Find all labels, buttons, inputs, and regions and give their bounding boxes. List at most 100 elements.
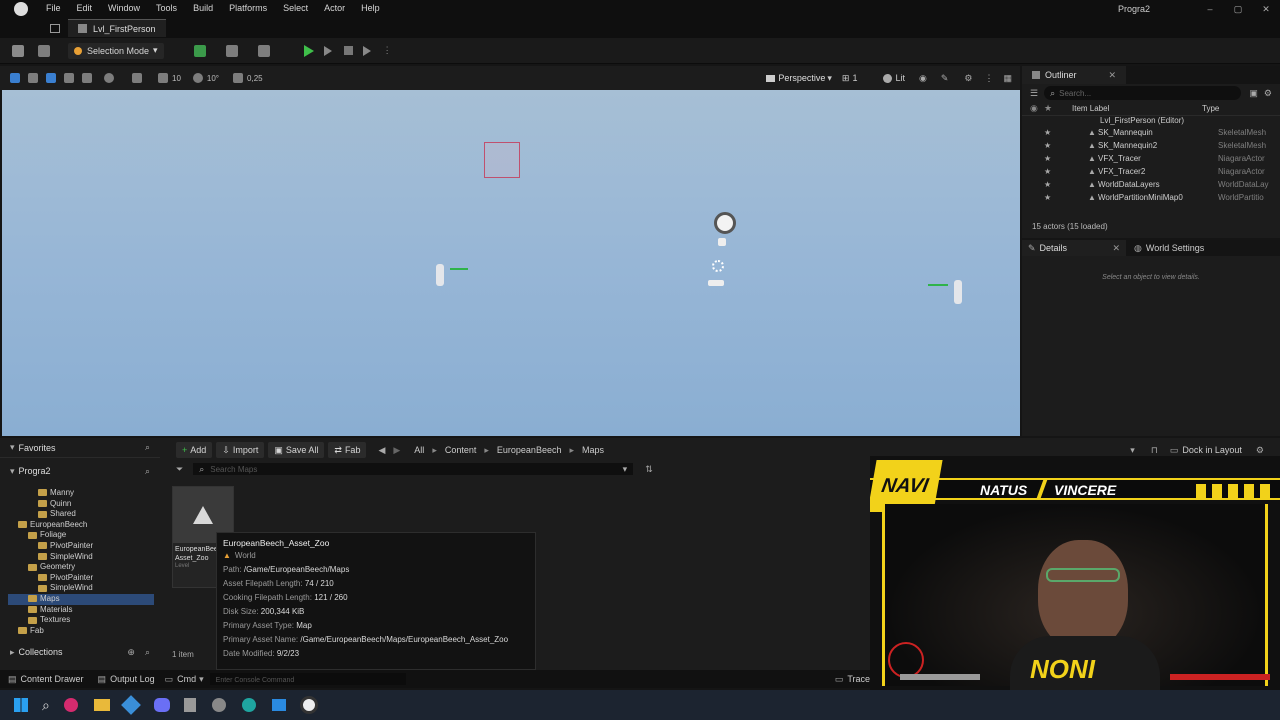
pin-star-icon[interactable]: ★ bbox=[1044, 152, 1088, 165]
world-settings-tab[interactable]: ◍ World Settings bbox=[1126, 240, 1212, 256]
lit-dropdown[interactable]: Lit bbox=[883, 73, 905, 83]
add-button[interactable]: + Add bbox=[176, 442, 213, 458]
search-icon[interactable]: ⌕ bbox=[42, 697, 50, 714]
pin-star-icon[interactable]: ★ bbox=[1044, 139, 1088, 152]
rotate-tool-icon[interactable] bbox=[64, 73, 74, 83]
folder-tree-item[interactable]: PivotPainter bbox=[8, 573, 154, 584]
app-icon-1[interactable] bbox=[63, 698, 78, 712]
folder-tree-item[interactable]: Fab bbox=[8, 626, 154, 637]
menu-edit[interactable]: Edit bbox=[69, 0, 101, 18]
settings-gear-icon[interactable]: ⚙ bbox=[964, 73, 972, 84]
menu-select[interactable]: Select bbox=[275, 0, 316, 18]
add-actor-icon[interactable] bbox=[193, 44, 206, 57]
col-type[interactable]: Type bbox=[1202, 104, 1219, 113]
add-folder-icon[interactable]: ▣ bbox=[1249, 88, 1258, 99]
filter-icon[interactable]: ☰ bbox=[1030, 88, 1038, 99]
console-input[interactable]: Enter Console Command bbox=[209, 673, 406, 685]
app-icon-3[interactable] bbox=[183, 698, 196, 712]
project-root-label[interactable]: Progra2 bbox=[19, 466, 51, 476]
pin-star-icon[interactable]: ★ bbox=[1044, 178, 1088, 191]
close-icon[interactable]: ✕ bbox=[1112, 243, 1120, 254]
rotation-snap-value[interactable]: 10° bbox=[207, 74, 219, 83]
pin-star-icon[interactable]: ★ bbox=[1044, 191, 1088, 204]
pin-star-icon[interactable]: ★ bbox=[1044, 165, 1088, 178]
chevron-down-icon[interactable]: ▾ bbox=[10, 466, 15, 477]
folder-tree-item[interactable]: Textures bbox=[8, 615, 154, 626]
perspective-dropdown[interactable]: Perspective ▾ bbox=[766, 73, 832, 84]
folder-tree-item[interactable]: Maps bbox=[8, 593, 154, 605]
outliner-row[interactable]: ★ ▲ SK_Mannequin SkeletalMesh bbox=[1022, 126, 1280, 139]
browser-icon[interactable] bbox=[211, 698, 226, 712]
camera-speed-value[interactable]: 1 bbox=[852, 73, 857, 83]
folder-tree-item[interactable]: SimpleWind bbox=[8, 583, 154, 594]
home-icon[interactable] bbox=[50, 23, 60, 33]
play-button[interactable] bbox=[303, 44, 314, 57]
content-drawer-button[interactable]: ▤ Content Drawer bbox=[8, 674, 84, 685]
minimize-button[interactable]: – bbox=[1196, 4, 1224, 14]
tracer-left[interactable] bbox=[450, 268, 468, 270]
eye-icon[interactable]: ◉ bbox=[919, 73, 927, 84]
scale-snap-value[interactable]: 0,25 bbox=[247, 74, 263, 83]
folder-tree-item[interactable]: Shared bbox=[8, 509, 154, 520]
folder-tree-item[interactable]: Materials bbox=[8, 605, 154, 616]
cinematics-icon[interactable] bbox=[257, 44, 270, 57]
scale-snap-icon[interactable] bbox=[233, 73, 244, 83]
more-options-icon[interactable]: ⋮ bbox=[984, 73, 993, 84]
folder-tree-item[interactable]: Foliage bbox=[8, 530, 154, 541]
close-window-button[interactable]: ✕ bbox=[1252, 4, 1280, 15]
world-settings-gear-icon[interactable] bbox=[712, 260, 724, 272]
collections-label[interactable]: Collections bbox=[19, 647, 63, 657]
blueprint-icon[interactable] bbox=[225, 44, 238, 57]
breadcrumb-item[interactable]: EuropeanBeech bbox=[497, 445, 562, 455]
search-icon[interactable]: ⌕ bbox=[145, 442, 150, 453]
directional-light-icon[interactable] bbox=[718, 238, 726, 246]
import-button[interactable]: ⇩ Import bbox=[216, 442, 265, 458]
search-icon[interactable]: ⌕ bbox=[145, 466, 150, 477]
mannequin-right[interactable] bbox=[954, 280, 962, 304]
settings-gear-icon[interactable]: ⚙ bbox=[1256, 445, 1264, 456]
chevron-down-icon[interactable]: ▾ bbox=[10, 442, 15, 453]
play-options-button[interactable] bbox=[323, 45, 332, 56]
cmd-dropdown[interactable]: ▭ Cmd ▾ bbox=[165, 674, 204, 685]
folder-tree-item[interactable]: EuropeanBeech bbox=[8, 520, 154, 531]
outliner-row[interactable]: ★ ▲ WorldPartitionMiniMap0 WorldPartitio bbox=[1022, 191, 1280, 204]
dock-in-layout-button[interactable]: Dock in Layout bbox=[1182, 445, 1242, 455]
folder-tree-item[interactable]: SimpleWind bbox=[8, 552, 154, 563]
folder-tree-item[interactable]: Geometry bbox=[8, 562, 154, 573]
realtime-icon[interactable]: ✎ bbox=[941, 73, 949, 84]
mannequin-left[interactable] bbox=[436, 264, 444, 286]
menu-tools[interactable]: Tools bbox=[148, 0, 185, 18]
browse-icon[interactable] bbox=[38, 44, 50, 57]
menu-actor[interactable]: Actor bbox=[316, 0, 353, 18]
layout-icon[interactable]: ▦ bbox=[1003, 73, 1012, 84]
chevron-down-icon[interactable]: ▾ bbox=[1130, 445, 1135, 456]
player-start-icon[interactable] bbox=[708, 280, 724, 286]
lock-icon[interactable]: ⊓ bbox=[1151, 445, 1158, 456]
save-icon[interactable] bbox=[12, 44, 24, 57]
breadcrumb-item[interactable]: Maps bbox=[582, 445, 604, 455]
windows-start-icon[interactable] bbox=[14, 698, 28, 712]
camera-speed-icon[interactable]: ⊞ bbox=[842, 73, 850, 84]
app-icon-2[interactable] bbox=[120, 695, 141, 715]
breadcrumb-item[interactable]: All bbox=[414, 445, 424, 455]
pin-star-icon[interactable]: ★ bbox=[1044, 126, 1088, 139]
unreal-taskbar-icon[interactable] bbox=[299, 696, 318, 714]
eject-button[interactable] bbox=[362, 45, 371, 56]
menu-window[interactable]: Window bbox=[100, 0, 148, 18]
outliner-row[interactable]: ★ ▲ VFX_Tracer2 NiagaraActor bbox=[1022, 165, 1280, 178]
level-tab[interactable]: Lvl_FirstPerson bbox=[68, 19, 166, 37]
more-options-icon[interactable]: ⋮ bbox=[383, 45, 392, 56]
scale-tool-icon[interactable] bbox=[82, 73, 92, 83]
chevron-right-icon[interactable]: ▸ bbox=[10, 647, 15, 658]
grid-snap-value[interactable]: 10 bbox=[172, 74, 181, 83]
breadcrumb-item[interactable]: Content bbox=[445, 445, 477, 455]
col-item-label[interactable]: Item Label bbox=[1072, 104, 1202, 113]
menu-platforms[interactable]: Platforms bbox=[221, 0, 275, 18]
translate-tool-icon[interactable] bbox=[46, 73, 56, 83]
select-tool-icon[interactable] bbox=[28, 73, 38, 83]
forward-icon[interactable]: ▶ bbox=[393, 445, 400, 456]
app-icon-4[interactable] bbox=[271, 699, 286, 711]
tracer-right[interactable] bbox=[928, 284, 948, 286]
edge-icon[interactable] bbox=[241, 698, 256, 712]
outliner-row[interactable]: ★ ▲ VFX_Tracer NiagaraActor bbox=[1022, 152, 1280, 165]
